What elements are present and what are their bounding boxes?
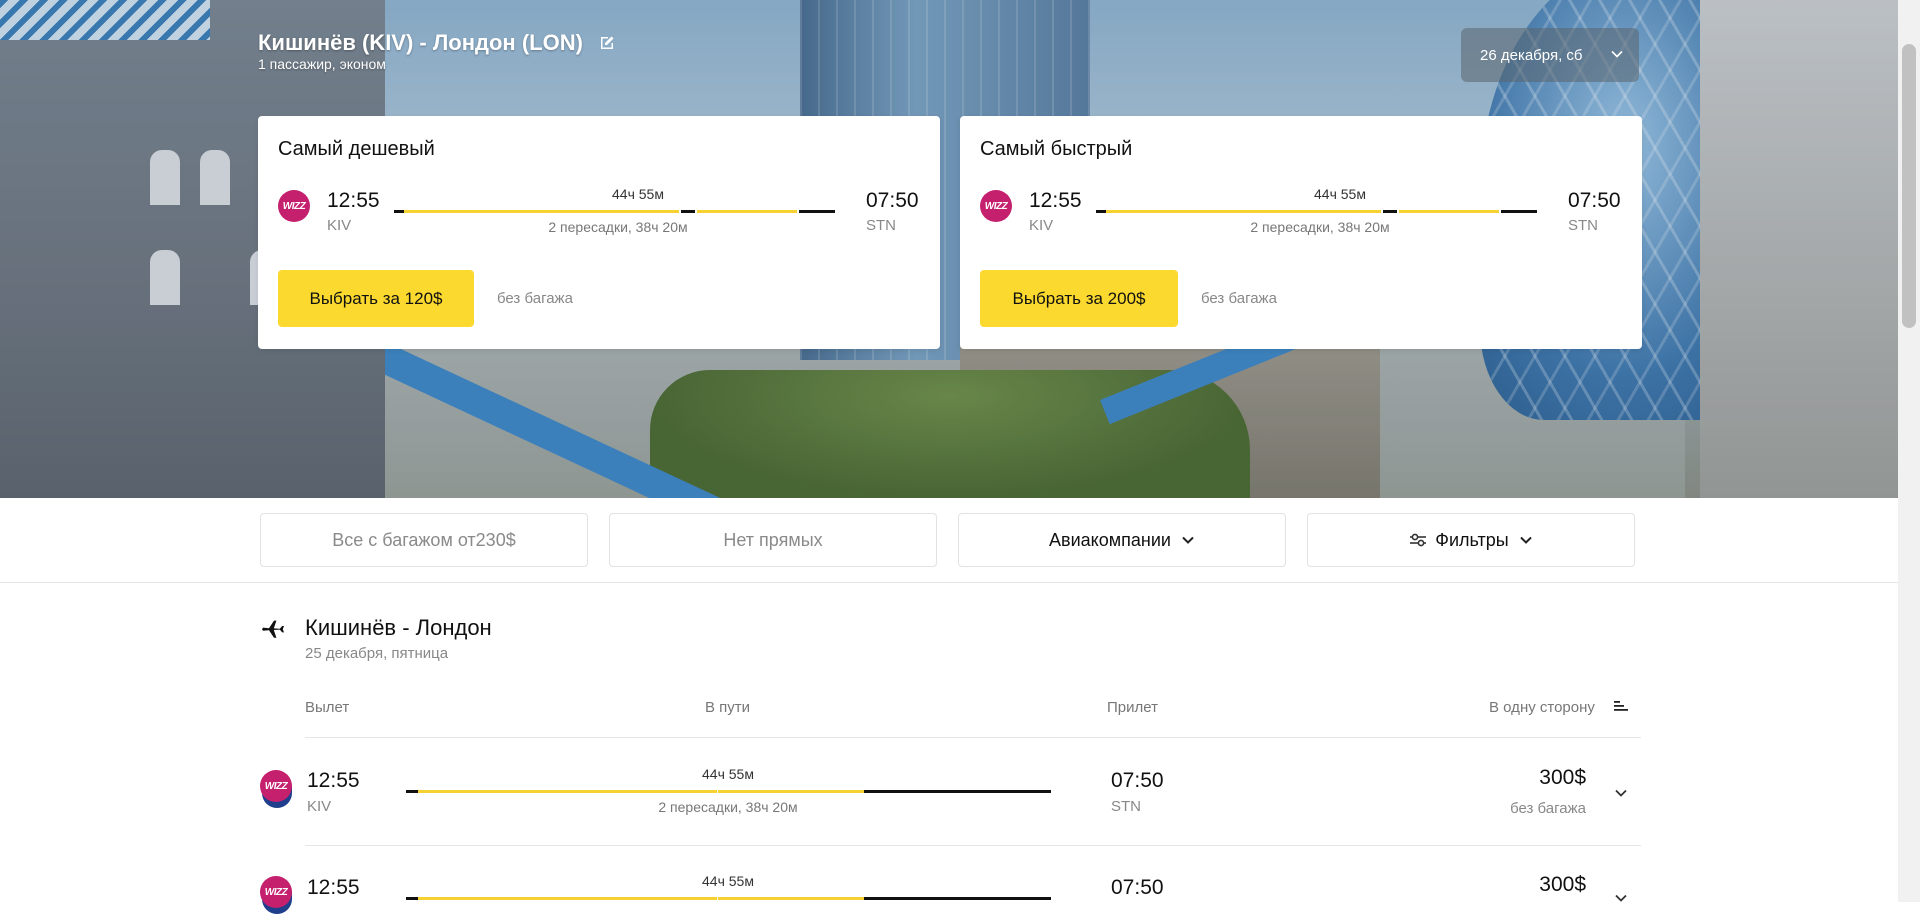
stops-info: 2 пересадки, 38ч 20м [658, 799, 798, 815]
baggage-filter-button[interactable]: Все с багажом от230$ [260, 513, 588, 567]
arrival-time: 07:50 [1568, 189, 1621, 212]
cheapest-card: Самый дешевый WIZZ 12:55 KIV 44ч 55м 2 п… [258, 116, 940, 349]
flight-duration: 44ч 55м [1314, 186, 1366, 202]
sort-icon[interactable] [1614, 700, 1628, 712]
airplane-icon [262, 620, 284, 638]
stops-info: 2 пересадки, 38ч 20м [548, 219, 688, 235]
card-title: Самый быстрый [980, 138, 1133, 160]
edit-icon[interactable] [599, 35, 615, 51]
price: 300$ [1539, 873, 1586, 896]
arrival-time: 07:50 [866, 189, 919, 212]
wizz-air-logo: WIZZ [260, 770, 292, 810]
route-timeline [406, 897, 1051, 900]
divider [305, 845, 1641, 846]
date-selector[interactable]: 26 декабря, сб [1461, 28, 1639, 82]
column-departure: Вылет [305, 699, 350, 716]
list-route-title: Кишинёв - Лондон [305, 615, 492, 640]
column-one-way[interactable]: В одну сторону [1489, 699, 1595, 716]
wizz-air-logo: WIZZ [278, 190, 310, 230]
route-timeline [394, 210, 835, 213]
wizz-air-logo: WIZZ [980, 190, 1012, 230]
route-title-text: Кишинёв (KIV) - Лондон (LON) [258, 30, 583, 55]
chevron-down-icon[interactable] [1614, 786, 1628, 800]
select-cheapest-button[interactable]: Выбрать за 120$ [278, 270, 474, 327]
route-title: Кишинёв (KIV) - Лондон (LON) [258, 30, 615, 56]
hero-background: Кишинёв (KIV) - Лондон (LON) 1 пассажир,… [0, 0, 1898, 498]
airlines-label: Авиакомпании [1049, 529, 1171, 550]
column-in-transit: В пути [705, 699, 751, 716]
sliders-icon [1410, 533, 1427, 547]
departure-time: 12:55 [327, 189, 380, 212]
divider [305, 737, 1641, 738]
airlines-filter-button[interactable]: Авиакомпании [958, 513, 1286, 567]
no-direct-filter-button[interactable]: Нет прямых [609, 513, 937, 567]
baggage-info: без багажа [1510, 800, 1586, 817]
flight-duration: 44ч 55м [702, 766, 754, 782]
filters-button[interactable]: Фильтры [1307, 513, 1635, 567]
scrollbar[interactable] [1898, 0, 1920, 902]
select-fastest-button[interactable]: Выбрать за 200$ [980, 270, 1178, 327]
departure-code: KIV [1029, 217, 1054, 234]
flight-duration: 44ч 55м [702, 873, 754, 889]
chevron-down-icon [1519, 536, 1532, 544]
arrival-time: 07:50 [1111, 769, 1164, 792]
filters-label: Фильтры [1435, 529, 1509, 550]
wizz-air-logo: WIZZ [260, 876, 292, 916]
route-timeline [406, 790, 1051, 793]
baggage-info: без багажа [497, 290, 573, 307]
departure-time: 12:55 [1029, 189, 1082, 212]
departure-time: 12:55 [307, 769, 360, 792]
arrival-code: STN [866, 217, 896, 234]
arrival-code: STN [1568, 217, 1598, 234]
chevron-down-icon [1611, 50, 1623, 58]
departure-code: KIV [307, 798, 332, 815]
flight-duration: 44ч 55м [612, 186, 664, 202]
arrival-code: STN [1111, 798, 1141, 815]
list-route-date: 25 декабря, пятница [305, 645, 449, 662]
chevron-down-icon [1182, 536, 1194, 544]
route-timeline [1096, 210, 1537, 213]
passengers-info: 1 пассажир, эконом [258, 56, 386, 72]
card-title: Самый дешевый [278, 138, 435, 160]
arrival-time: 07:50 [1111, 876, 1164, 899]
fastest-card: Самый быстрый WIZZ 12:55 KIV 44ч 55м 2 п… [960, 116, 1642, 349]
baggage-info: без багажа [1201, 290, 1277, 307]
date-label: 26 декабря, сб [1480, 46, 1583, 64]
column-arrival: Прилет [1107, 699, 1158, 716]
departure-code: KIV [327, 217, 352, 234]
stops-info: 2 пересадки, 38ч 20м [1250, 219, 1390, 235]
filter-bar: Все с багажом от230$ Нет прямых Авиакомп… [0, 498, 1898, 583]
scrollbar-thumb[interactable] [1902, 44, 1916, 328]
price: 300$ [1539, 766, 1586, 789]
departure-time: 12:55 [307, 876, 360, 899]
chevron-down-icon[interactable] [1614, 891, 1628, 905]
